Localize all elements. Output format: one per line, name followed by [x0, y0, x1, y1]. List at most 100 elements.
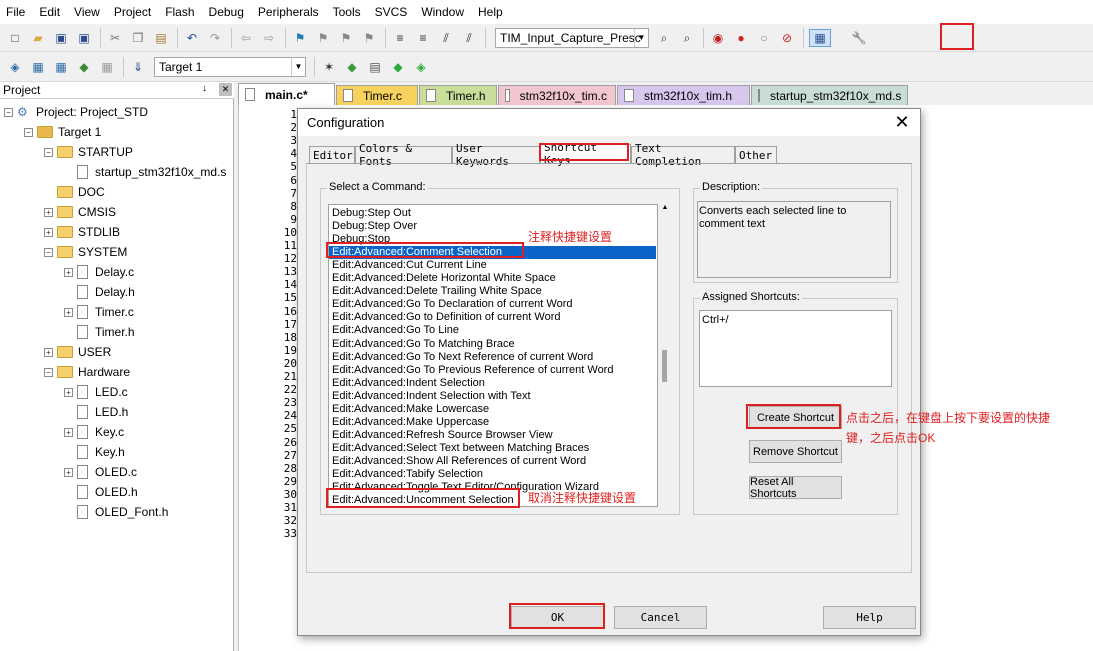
command-item[interactable]: Edit:Advanced:Delete Trailing White Spac… [332, 285, 542, 298]
breakpoint-icon[interactable]: ● [732, 29, 750, 47]
help-button[interactable]: Help [823, 606, 916, 629]
command-item[interactable]: Edit:Advanced:Go To Next Reference of cu… [332, 351, 593, 364]
options-wand-icon[interactable]: ✶ [320, 58, 338, 76]
menu-file[interactable]: File [6, 5, 25, 19]
command-item[interactable]: Edit:Advanced:Go To Line [332, 324, 459, 337]
editor-tab-timer-h[interactable]: Timer.h [419, 85, 497, 105]
menu-debug[interactable]: Debug [209, 5, 244, 19]
select-packs-icon[interactable]: ▤ [366, 58, 384, 76]
command-list-scrollbar[interactable]: ▲ [659, 204, 671, 507]
navigate-back-icon[interactable]: ⇦ [237, 29, 255, 47]
scroll-thumb[interactable] [662, 350, 667, 382]
tree-file-led-h[interactable]: LED.h [64, 402, 128, 422]
redo-icon[interactable]: ↷ [206, 29, 224, 47]
collapse-icon[interactable]: − [24, 127, 33, 137]
target-select-dropdown[interactable]: Target 1 ▼ [154, 56, 306, 77]
paste-icon[interactable]: ▤ [152, 29, 170, 47]
pin-icon[interactable]: ↓ [202, 83, 207, 94]
menu-flash[interactable]: Flash [165, 5, 194, 19]
menu-window[interactable]: Window [421, 5, 464, 19]
collapse-icon[interactable]: − [4, 107, 13, 117]
tree-file-oled-c[interactable]: + OLED.c [64, 462, 137, 482]
command-item[interactable]: Edit:Advanced:Delete Horizontal White Sp… [332, 272, 556, 285]
tree-target-target-1[interactable]: − Target 1 [24, 122, 101, 142]
translate-icon[interactable]: ◈ [6, 58, 24, 76]
collapse-icon[interactable]: − [44, 147, 53, 157]
command-item[interactable]: Edit:Advanced:Go To Declaration of curre… [332, 298, 573, 311]
menu-peripherals[interactable]: Peripherals [258, 5, 319, 19]
expand-icon[interactable]: + [44, 207, 53, 217]
expand-icon[interactable]: + [64, 427, 73, 437]
menu-svcs[interactable]: SVCS [375, 5, 408, 19]
command-item[interactable]: Edit:Advanced:Tabify Selection [332, 468, 483, 481]
rebuild-icon[interactable]: ▦ [52, 58, 70, 76]
chevron-down-icon[interactable]: ▼ [291, 57, 305, 76]
next-bookmark-icon[interactable]: ⚑ [337, 29, 355, 47]
tree-project-project-project-std[interactable]: − ⚙ Project: Project_STD [4, 102, 148, 122]
batch-build-icon[interactable]: ◆ [75, 58, 93, 76]
find-icon[interactable]: ⌕ [678, 29, 696, 47]
stop-build-icon[interactable]: ▦ [98, 58, 116, 76]
expand-icon[interactable]: + [44, 227, 53, 237]
command-item[interactable]: Edit:Advanced:Refresh Source Browser Vie… [332, 429, 553, 442]
unindent-icon[interactable]: ≡ [414, 29, 432, 47]
kill-breakpoints-icon[interactable]: ⊘ [778, 29, 796, 47]
command-item[interactable]: Edit:Advanced:Select Text between Matchi… [332, 442, 589, 455]
indent-icon[interactable]: ≡ [391, 29, 409, 47]
bookmark-icon[interactable]: ⚑ [291, 29, 309, 47]
menu-project[interactable]: Project [114, 5, 151, 19]
command-item[interactable]: Edit:Advanced:Go To Previous Reference o… [332, 364, 613, 377]
navigate-forward-icon[interactable]: ⇨ [260, 29, 278, 47]
cancel-button[interactable]: Cancel [614, 606, 707, 629]
scroll-up-icon[interactable]: ▲ [661, 204, 669, 214]
tree-folder-startup[interactable]: − STARTUP [44, 142, 133, 162]
configuration-wrench-icon[interactable]: 🔧 [850, 29, 868, 47]
tree-folder-doc[interactable]: DOC [44, 182, 105, 202]
copy-icon[interactable]: ❐ [129, 29, 147, 47]
manage-components-icon[interactable]: ◆ [343, 58, 361, 76]
window-layout-icon[interactable]: ▦ [809, 28, 831, 47]
tree-file-timer-h[interactable]: Timer.h [64, 322, 135, 342]
prev-bookmark-icon[interactable]: ⚑ [314, 29, 332, 47]
remove-shortcut-button[interactable]: Remove Shortcut [749, 440, 842, 463]
clear-bookmarks-icon[interactable]: ⚑ [360, 29, 378, 47]
editor-tab-timer-c[interactable]: Timer.c [336, 85, 418, 105]
expand-icon[interactable]: + [64, 307, 73, 317]
tree-file-led-c[interactable]: + LED.c [64, 382, 128, 402]
breakpoint-disable-icon[interactable]: ○ [755, 29, 773, 47]
collapse-icon[interactable]: − [44, 247, 53, 257]
dialog-tab-user-keywords[interactable]: User Keywords [452, 142, 540, 168]
expand-icon[interactable]: + [64, 267, 73, 277]
save-icon[interactable]: ▣ [52, 29, 70, 47]
comment-icon[interactable]: ⫽ [437, 29, 455, 47]
command-item[interactable]: Edit:Advanced:Go To Matching Brace [332, 338, 515, 351]
assigned-shortcut-item[interactable]: Ctrl+/ [702, 314, 729, 326]
menu-edit[interactable]: Edit [39, 5, 60, 19]
editor-tab-stm32f10x-tim-h[interactable]: stm32f10x_tim.h [617, 85, 750, 105]
command-item[interactable]: Edit:Advanced:Indent Selection [332, 377, 485, 390]
close-panel-icon[interactable]: ✕ [219, 83, 232, 96]
tree-folder-hardware[interactable]: − Hardware [44, 362, 130, 382]
cut-icon[interactable]: ✂ [106, 29, 124, 47]
environment-icon[interactable]: ◆ [389, 58, 407, 76]
tree-file-key-c[interactable]: + Key.c [64, 422, 124, 442]
command-item[interactable]: Edit:Advanced:Make Uppercase [332, 416, 489, 429]
menu-tools[interactable]: Tools [333, 5, 361, 19]
command-item[interactable]: Edit:Advanced:Indent Selection with Text [332, 390, 531, 403]
dialog-tab-editor[interactable]: Editor [309, 146, 355, 163]
new-file-icon[interactable]: □ [6, 29, 24, 47]
tree-file-timer-c[interactable]: + Timer.c [64, 302, 134, 322]
expand-icon[interactable]: + [44, 347, 53, 357]
editor-tab-main-c-[interactable]: main.c* [238, 83, 335, 105]
command-item[interactable]: Debug:Step Out [332, 207, 411, 220]
build-icon[interactable]: ▦ [29, 58, 47, 76]
command-item[interactable]: Edit:Advanced:Make Lowercase [332, 403, 489, 416]
download-icon[interactable]: ⇓ [129, 58, 147, 76]
command-item[interactable]: Edit:Advanced:Show All References of cur… [332, 455, 586, 468]
tree-file-startup-stm32f10x-md-s[interactable]: startup_stm32f10x_md.s [64, 162, 226, 182]
assigned-shortcut-list[interactable]: Ctrl+/ [699, 310, 892, 387]
collapse-icon[interactable]: − [44, 367, 53, 377]
dialog-tab-colors-fonts[interactable]: Colors & Fonts [355, 142, 452, 168]
open-folder-icon[interactable]: ▰ [29, 29, 47, 47]
dialog-tab-text-completion[interactable]: Text Completion [631, 142, 735, 168]
